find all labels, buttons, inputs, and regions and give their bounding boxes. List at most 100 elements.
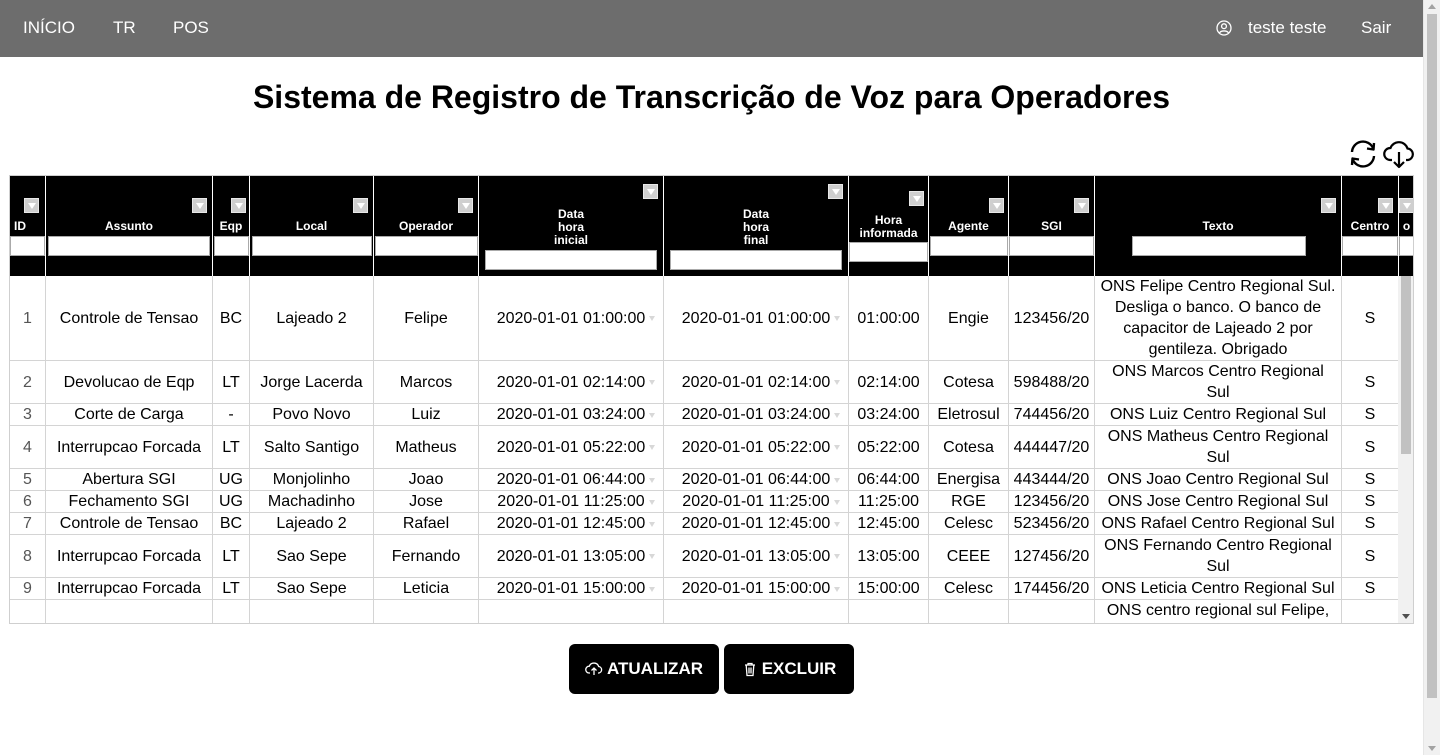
filter-input-extra[interactable] (1399, 236, 1413, 256)
filter-dropdown-icon[interactable] (458, 198, 473, 213)
table-row[interactable]: ONS centro regional sul Felipe, (10, 600, 1398, 623)
cell-inicial-value: 2020-01-01 06:44:00 (496, 471, 646, 488)
filter-dropdown-icon[interactable] (828, 184, 843, 199)
datetime-dropdown-icon[interactable] (649, 554, 655, 559)
nav-link-pos[interactable]: POS (173, 18, 209, 38)
cell-inicial-value: 2020-01-01 12:45:00 (496, 515, 646, 532)
datetime-dropdown-icon[interactable] (649, 521, 655, 527)
page-scrollbar[interactable] (1423, 0, 1440, 755)
cell-centro: S (1342, 491, 1398, 512)
cell-inicial-value: 2020-01-01 03:24:00 (496, 406, 646, 423)
cell-final: 2020-01-01 01:00:00 (664, 276, 849, 360)
user-name-link[interactable]: teste teste (1248, 18, 1326, 38)
delete-button[interactable]: EXCLUIR (724, 644, 854, 694)
filter-dropdown-icon[interactable] (909, 191, 924, 206)
filter-input-local[interactable] (252, 236, 372, 256)
cell-texto: ONS Leticia Centro Regional Sul (1095, 578, 1342, 599)
cell-inicial-value: 2020-01-01 01:00:00 (496, 309, 646, 327)
datetime-dropdown-icon[interactable] (834, 316, 840, 321)
cell-assunto-value: Controle de Tensao (59, 309, 199, 327)
cell-texto-value: ONS Leticia Centro Regional Sul (1101, 580, 1335, 597)
datetime-dropdown-icon[interactable] (649, 499, 655, 505)
filter-dropdown-icon[interactable] (1074, 198, 1089, 213)
cell-id-value: 2 (23, 373, 32, 391)
datetime-dropdown-icon[interactable] (649, 586, 655, 592)
grid-body[interactable]: 1 Controle de Tensao BC Lajeado 2 Felipe 2020… (10, 276, 1398, 623)
datetime-dropdown-icon[interactable] (834, 499, 840, 505)
col-header-eqp: Eqp (213, 176, 250, 276)
datetime-dropdown-icon[interactable] (834, 554, 840, 559)
datetime-dropdown-icon[interactable] (834, 412, 840, 418)
cell-final-value: 2020-01-01 06:44:00 (681, 471, 831, 488)
nav-link-inicio[interactable]: INÍCIO (23, 18, 75, 38)
table-row[interactable]: 8 Interrupcao Forcada LT Sao Sepe Fernando 20… (10, 535, 1398, 578)
table-row[interactable]: 2 Devolucao de Eqp LT Jorge Lacerda Marcos 20… (10, 361, 1398, 404)
cell-local: Machadinho (250, 491, 374, 512)
filter-input-operador[interactable] (375, 236, 478, 256)
nav-link-tr[interactable]: TR (113, 18, 136, 38)
filter-input-assunto[interactable] (48, 236, 210, 256)
datetime-dropdown-icon[interactable] (649, 477, 655, 483)
filter-dropdown-icon[interactable] (353, 198, 368, 213)
filter-input-inicial[interactable] (485, 250, 657, 270)
datetime-dropdown-icon[interactable] (649, 380, 655, 385)
table-row[interactable]: 5 Abertura SGI UG Monjolinho Joao 2020-01-01 … (10, 469, 1398, 491)
cell-agente-value: CEEE (946, 547, 991, 565)
cell-assunto: Controle de Tensao (46, 276, 213, 360)
datetime-dropdown-icon[interactable] (834, 521, 840, 527)
grid-scroll-down-icon[interactable] (1402, 614, 1410, 619)
cell-eqp-value: LT (222, 547, 240, 565)
cell-informada-value: 05:22:00 (857, 438, 920, 456)
cell-agente: RGE (929, 491, 1009, 512)
page-scrollbar-thumb[interactable] (1427, 14, 1437, 698)
scroll-up-arrow-icon[interactable] (1428, 4, 1436, 9)
filter-dropdown-icon[interactable] (1378, 198, 1393, 213)
update-button[interactable]: ATUALIZAR (569, 644, 719, 694)
datetime-dropdown-icon[interactable] (834, 586, 840, 592)
records-grid: ID Assunto Eqp Local Operador Data hora inici… (9, 175, 1414, 624)
logout-link[interactable]: Sair (1361, 18, 1391, 38)
filter-input-centro[interactable] (1342, 236, 1398, 256)
cell-assunto: Interrupcao Forcada (46, 578, 213, 599)
scroll-down-arrow-icon[interactable] (1428, 746, 1436, 751)
table-row[interactable]: 4 Interrupcao Forcada LT Salto Santigo Mathe… (10, 426, 1398, 469)
refresh-icon[interactable] (1347, 139, 1379, 169)
filter-dropdown-icon[interactable] (24, 198, 39, 213)
filter-input-agente[interactable] (930, 236, 1008, 256)
cell-centro-value: S (1364, 580, 1376, 597)
filter-dropdown-icon[interactable] (1321, 198, 1336, 213)
col-header-label: Data hora inicial (553, 207, 588, 247)
cell-final: 2020-01-01 05:22:00 (664, 426, 849, 468)
datetime-dropdown-icon[interactable] (649, 412, 655, 418)
filter-input-informada[interactable] (849, 242, 928, 262)
datetime-dropdown-icon[interactable] (649, 316, 655, 321)
table-row[interactable]: 3 Corte de Carga - Povo Novo Luiz 2020-01-01 … (10, 404, 1398, 426)
filter-dropdown-icon[interactable] (231, 198, 246, 213)
table-row[interactable]: 1 Controle de Tensao BC Lajeado 2 Felipe 2020… (10, 276, 1398, 361)
col-header-label: o (1402, 219, 1411, 233)
filter-input-sgi[interactable] (1009, 236, 1094, 256)
cell-id: 7 (10, 513, 46, 534)
filter-dropdown-icon[interactable] (1399, 198, 1413, 213)
datetime-dropdown-icon[interactable] (834, 477, 840, 483)
grid-scrollbar-thumb[interactable] (1401, 276, 1411, 454)
cell-sgi: 123456/20 (1009, 491, 1095, 512)
grid-scrollbar[interactable] (1398, 276, 1413, 623)
filter-input-texto[interactable] (1132, 236, 1306, 256)
filter-input-eqp[interactable] (214, 236, 249, 256)
datetime-dropdown-icon[interactable] (834, 380, 840, 385)
table-row[interactable]: 9 Interrupcao Forcada LT Sao Sepe Leticia 202… (10, 578, 1398, 600)
filter-dropdown-icon[interactable] (643, 184, 658, 199)
cell-sgi-value: 443444/20 (1013, 471, 1090, 488)
table-row[interactable]: 6 Fechamento SGI UG Machadinho Jose 2020-01-0… (10, 491, 1398, 513)
datetime-dropdown-icon[interactable] (649, 445, 655, 450)
filter-input-final[interactable] (670, 250, 842, 270)
cell-final-value: 2020-01-01 02:14:00 (681, 373, 831, 391)
filter-dropdown-icon[interactable] (192, 198, 207, 213)
table-row[interactable]: 7 Controle de Tensao BC Lajeado 2 Rafael 2020… (10, 513, 1398, 535)
cloud-download-icon[interactable] (1383, 139, 1415, 169)
filter-dropdown-icon[interactable] (989, 198, 1004, 213)
filter-input-id[interactable] (10, 236, 45, 256)
col-header-label: Local (295, 219, 328, 233)
datetime-dropdown-icon[interactable] (834, 445, 840, 450)
